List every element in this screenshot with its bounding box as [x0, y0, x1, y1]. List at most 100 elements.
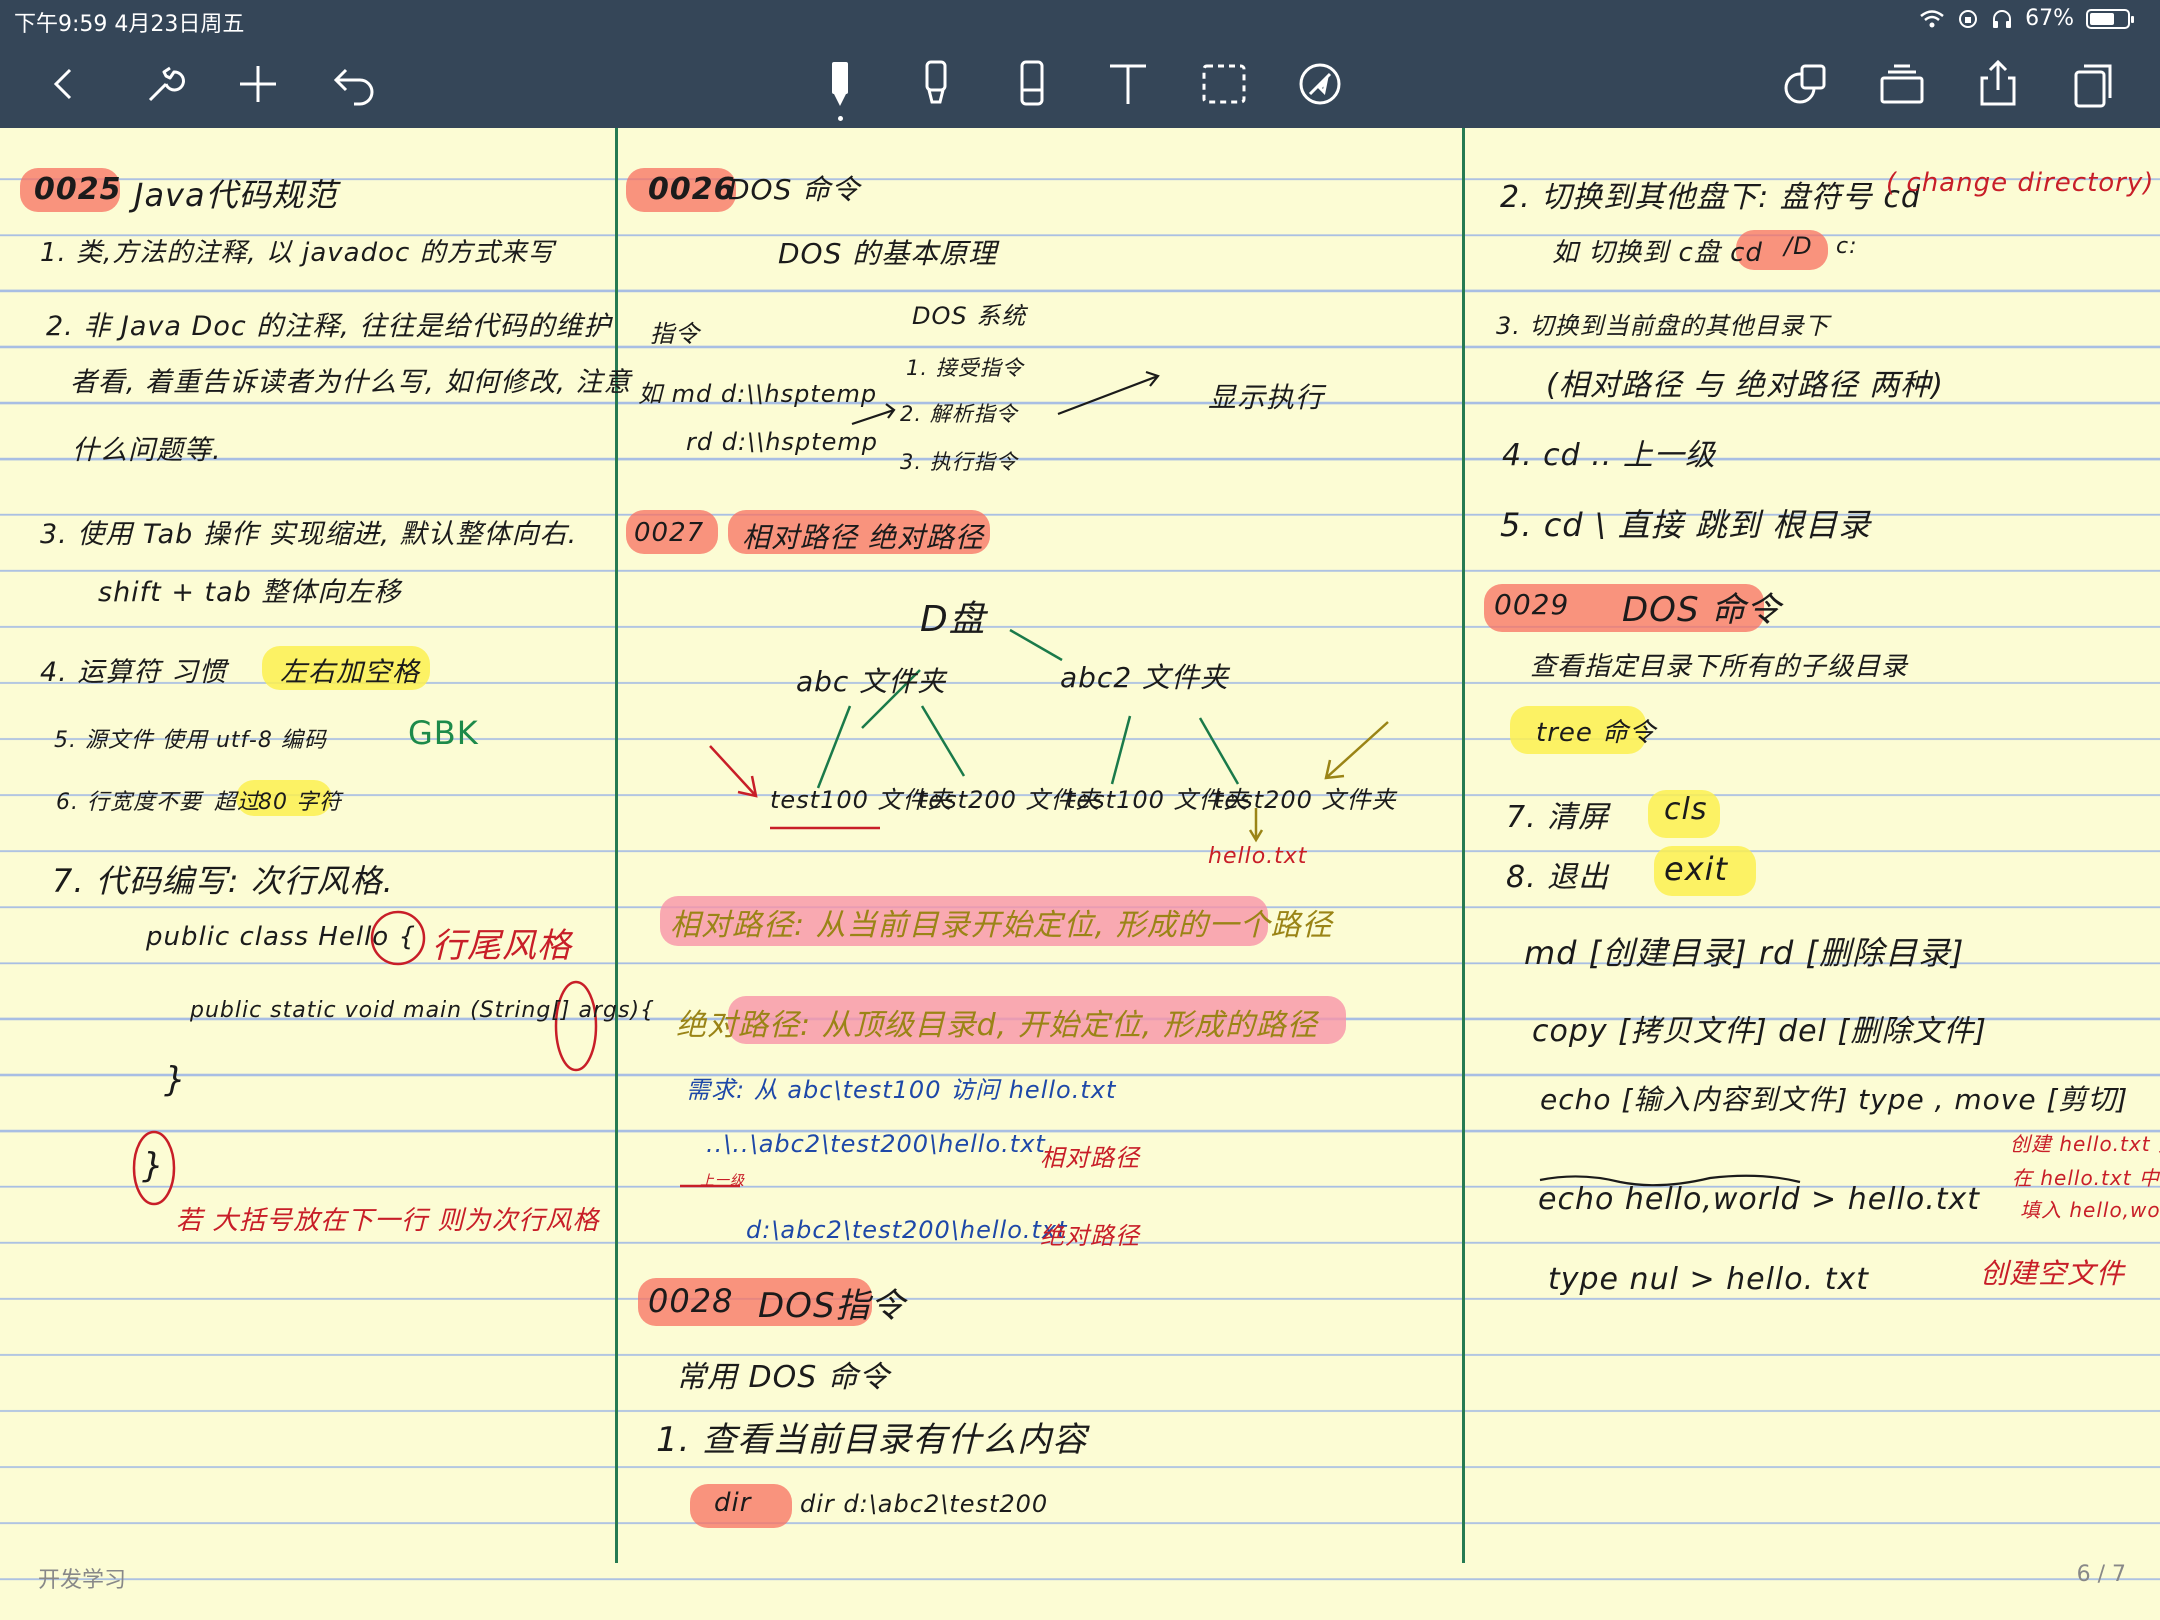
tree-node: abc 文件夹 — [796, 665, 947, 698]
section-number: 0027 — [634, 518, 705, 548]
section-number: 0028 — [648, 1282, 734, 1320]
note-annotation: 行尾风格 — [432, 926, 572, 966]
note-line: 3. 使用 Tab 操作 实现缩进, 默认整体向右. — [40, 519, 578, 550]
note-line: 2. 切换到其他盘下: 盘符号 cd — [1500, 180, 1921, 215]
status-time: 下午9:59 4月23日周五 — [14, 12, 245, 37]
code-line: } — [164, 1060, 187, 1100]
note-annotation: 绝对路径 — [1040, 1222, 1140, 1250]
battery-percent: 67% — [2025, 6, 2074, 31]
tree-node: abc2 文件夹 — [1060, 661, 1230, 694]
note-line: 7. 代码编写: 次行风格. — [52, 862, 394, 900]
page-indicator: 6 / 7 — [2076, 1562, 2126, 1587]
note-line: 4. 运算符 习惯 — [40, 657, 227, 688]
battery-icon — [2086, 8, 2134, 29]
note-line: md [创建目录] rd [删除目录] — [1524, 934, 1965, 972]
code-line: d:\abc2\test200\hello.txt — [746, 1216, 1068, 1244]
code-line: 如 md d:\\hsptemp — [638, 380, 878, 408]
headphones-icon — [1993, 9, 2012, 28]
section-title: Java代码规范 — [134, 176, 338, 214]
note-line: 1. 查看当前目录有什么内容 — [656, 1420, 1088, 1460]
status-bar: 下午9:59 4月23日周五 67% — [0, 0, 2160, 40]
note-line: c: — [1836, 234, 1858, 259]
plus-icon[interactable] — [230, 56, 286, 112]
note-highlighted: cls — [1664, 792, 1708, 827]
code-line: rd d:\\hsptemp — [686, 428, 878, 456]
note-highlighted: 左右加空格 — [280, 657, 420, 688]
eraser-icon[interactable] — [1004, 56, 1060, 112]
section-number: 0026 — [648, 172, 736, 207]
battery-fill — [2090, 12, 2115, 25]
active-tool-indicator — [838, 116, 843, 121]
section-number: 0029 — [1494, 588, 1570, 621]
note-line: 6. 行宽度不要 — [56, 790, 202, 815]
note-annotation: 上一级 — [700, 1173, 745, 1189]
note-line: DOS 系统 — [912, 302, 1027, 330]
copy-page-icon[interactable] — [1778, 56, 1834, 112]
status-indicators: 67% — [1919, 6, 2134, 31]
notebook-page[interactable]: 0025 Java代码规范 1. 类,方法的注释, 以 javadoc 的方式来… — [0, 128, 2160, 1620]
code-line: echo hello,world > hello.txt — [1538, 1182, 1981, 1217]
wrench-icon[interactable] — [136, 56, 192, 112]
note-line: 查看指定目录下所有的子级目录 — [1530, 652, 1909, 682]
note-line: shift + tab 整体向左移 — [98, 577, 402, 608]
note-line: copy [拷贝文件] del [删除文件] — [1532, 1014, 1987, 1049]
note-line: 80 字符 — [258, 790, 342, 815]
note-annotation: 若 大括号放在下一行 则为次行风格 — [176, 1206, 600, 1236]
note-annotation: 创建空文件 — [1980, 1257, 2126, 1290]
note-line: 者看, 着重告诉读者为什么写, 如何修改, 注意 — [70, 367, 632, 398]
section-number: 0025 — [34, 172, 122, 207]
note-line: 7. 清屏 — [1506, 800, 1610, 835]
note-line: 如 切换到 c盘 cd — [1552, 238, 1763, 268]
tree-root: D盘 — [920, 599, 986, 640]
rotation-lock-icon — [1959, 9, 1978, 28]
note-line: 2. 非 Java Doc 的注释, 往往是给代码的维护 — [46, 311, 612, 342]
sticker-icon[interactable] — [1292, 56, 1348, 112]
definition: 相对路径: 从当前目录开始定位, 形成的一个路径 — [670, 908, 1333, 943]
note-line: 5. 源文件 使用 utf-8 编码 — [54, 728, 327, 753]
text-icon[interactable] — [1100, 56, 1156, 112]
note-line: 指令 — [650, 320, 700, 348]
note-line: 3. 切换到当前盘的其他目录下 — [1496, 312, 1830, 340]
section-title: DOS指令 — [758, 1286, 906, 1326]
back-icon[interactable] — [36, 56, 92, 112]
note-line: 1. 接受指令 — [906, 356, 1024, 380]
note-annotation: ( change directory) — [1886, 168, 2155, 198]
section-title: DOS 命令 — [728, 173, 861, 206]
pages-icon[interactable] — [1874, 56, 1930, 112]
note-annotation: 在 hello.txt 中 — [2012, 1166, 2160, 1190]
notebook-title[interactable]: 开发学习 — [38, 1562, 126, 1594]
note-line: DOS 的基本原理 — [778, 237, 998, 270]
note-line: 4. cd .. 上一级 — [1502, 438, 1716, 473]
note-line: 1. 类,方法的注释, 以 javadoc 的方式来写 — [40, 238, 555, 268]
note-line: 2. 解析指令 — [900, 402, 1018, 426]
code-line: } — [142, 1146, 165, 1186]
note-annotation: 相对路径 — [1040, 1144, 1140, 1172]
highlighter-icon[interactable] — [908, 56, 964, 112]
note-line: 需求: 从 abc\test100 访问 hello.txt — [686, 1076, 1117, 1104]
note-line: echo [输入内容到文件] type , move [剪切] — [1540, 1083, 2129, 1116]
duplicate-icon[interactable] — [2066, 56, 2122, 112]
tree-leaf: test200 文件夹 — [1214, 786, 1397, 814]
section-title: 相对路径 绝对路径 — [742, 521, 984, 554]
note-line: 5. cd \ 直接 跳到 根目录 — [1500, 506, 1872, 544]
definition: 绝对路径: 从顶级目录d, 开始定位, 形成的路径 — [676, 1008, 1318, 1043]
toolbar: 下午9:59 4月23日周五 67% — [0, 0, 2160, 128]
note-line: 8. 退出 — [1506, 860, 1610, 895]
note-line: 什么问题等. — [72, 435, 222, 466]
note-line: 常用 DOS 命令 — [676, 1360, 890, 1395]
note-highlighted: 超过 — [214, 790, 261, 815]
share-icon[interactable] — [1970, 56, 2026, 112]
note-highlighted: exit — [1664, 850, 1729, 888]
tree-file: hello.txt — [1208, 844, 1308, 869]
note-line: (相对路径 与 绝对路径 两种) — [1546, 368, 1945, 403]
note-annotation: GBK — [408, 714, 479, 752]
lasso-icon[interactable] — [1196, 56, 1252, 112]
wifi-icon — [1920, 9, 1944, 27]
pen-icon[interactable] — [812, 56, 868, 112]
section-title: DOS 命令 — [1622, 590, 1782, 630]
note-line: 3. 执行指令 — [900, 450, 1018, 474]
undo-icon[interactable] — [326, 56, 382, 112]
note-line: 显示执行 — [1208, 381, 1325, 414]
code-line: ..\..\abc2\test200\hello.txt — [706, 1130, 1046, 1158]
note-highlighted: tree 命令 — [1536, 718, 1657, 748]
